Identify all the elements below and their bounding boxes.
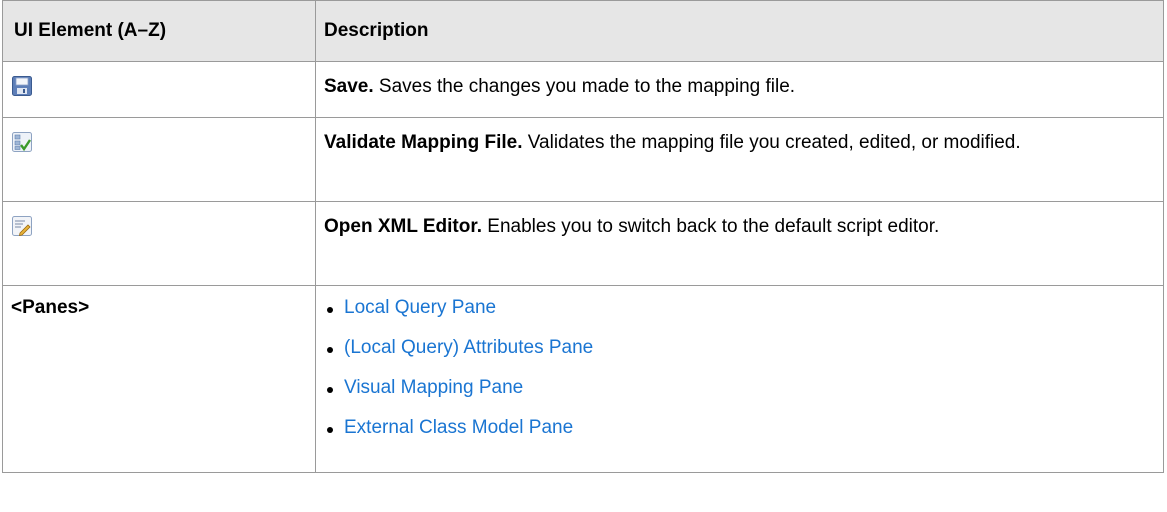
term-label: Open XML Editor. [324,216,482,237]
column-header-ui-element: UI Element (A–Z) [2,0,316,62]
link-local-query-pane[interactable]: Local Query Pane [344,297,496,318]
term-label: Save. [324,76,374,97]
ui-elements-table: UI Element (A–Z) Description Save. Saves… [2,0,1164,473]
open-xml-editor-icon [11,215,33,237]
list-item: Visual Mapping Pane [324,374,1143,414]
ui-element-cell [2,117,316,202]
ui-element-cell [2,201,316,286]
table-row: Open XML Editor. Enables you to switch b… [2,201,1164,286]
term-description: Saves the changes you made to the mappin… [373,76,796,97]
term-description: Validates the mapping file you created, … [522,132,1021,153]
term-description: Enables you to switch back to the defaul… [482,216,940,237]
description-cell: Save. Saves the changes you made to the … [315,61,1164,118]
list-item: Local Query Pane [324,294,1143,334]
link-external-class-model-pane[interactable]: External Class Model Pane [344,417,573,438]
list-item: (Local Query) Attributes Pane [324,334,1143,374]
table-row: <Panes> Local Query Pane (Local Query) A… [2,285,1164,473]
bullet-icon [327,427,333,433]
table-row: Save. Saves the changes you made to the … [2,61,1164,118]
term-label: Validate Mapping File. [324,132,523,153]
validate-mapping-file-icon [11,131,33,153]
ui-element-cell [2,61,316,118]
ui-elements-table-container: UI Element (A–Z) Description Save. Saves… [2,0,1164,473]
list-item: External Class Model Pane [324,414,1143,454]
description-cell: Open XML Editor. Enables you to switch b… [315,201,1164,286]
description-cell: Local Query Pane (Local Query) Attribute… [315,285,1164,473]
link-local-query-attributes-pane[interactable]: (Local Query) Attributes Pane [344,337,593,358]
panes-link-list: Local Query Pane (Local Query) Attribute… [324,294,1143,454]
panes-label: <Panes> [11,297,90,318]
bullet-icon [327,307,333,313]
table-header-row: UI Element (A–Z) Description [2,0,1164,62]
bullet-icon [327,347,333,353]
save-icon [11,75,33,97]
link-visual-mapping-pane[interactable]: Visual Mapping Pane [344,377,523,398]
description-cell: Validate Mapping File. Validates the map… [315,117,1164,202]
bullet-icon [327,387,333,393]
table-row: Validate Mapping File. Validates the map… [2,117,1164,202]
column-header-description: Description [315,0,1164,62]
ui-element-cell: <Panes> [2,285,316,473]
